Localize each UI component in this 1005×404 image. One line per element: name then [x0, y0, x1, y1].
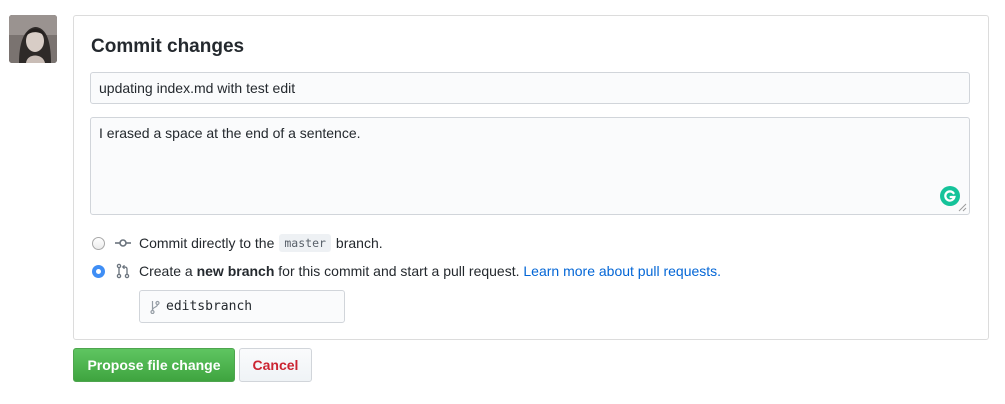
cancel-button[interactable]: Cancel [239, 348, 312, 382]
new-branch-label-prefix: Create a [139, 263, 193, 279]
pull-requests-help-link[interactable]: Learn more about pull requests. [523, 263, 721, 279]
commit-direct-label: Commit directly to the [139, 235, 275, 251]
avatar-image [9, 15, 57, 63]
commit-direct-option[interactable]: Commit directly to the master branch. [92, 234, 383, 252]
new-branch-name-field[interactable] [139, 290, 345, 323]
commit-summary-input[interactable] [90, 72, 970, 104]
commit-direct-radio[interactable] [92, 236, 105, 250]
grammarly-icon[interactable] [940, 186, 960, 206]
new-branch-label-bold: new branch [196, 263, 275, 279]
commit-description-input[interactable]: I erased a space at the end of a sentenc… [90, 117, 970, 215]
new-branch-label-suffix: for this commit and start a pull request… [278, 263, 520, 279]
git-commit-icon [115, 239, 131, 247]
branch-name-tag: master [279, 234, 331, 252]
user-avatar[interactable] [9, 15, 57, 63]
new-branch-option[interactable]: Create a new branch for this commit and … [92, 263, 721, 279]
commit-form-title: Commit changes [91, 36, 245, 57]
textarea-resize-handle[interactable] [958, 203, 967, 212]
commit-direct-suffix: branch. [335, 235, 383, 251]
new-branch-radio[interactable] [92, 264, 105, 278]
new-branch-name-input[interactable] [166, 299, 336, 314]
git-pull-request-icon [116, 263, 130, 279]
commit-form-panel: Commit changes I erased a space at the e… [73, 15, 989, 340]
propose-file-change-button[interactable]: Propose file change [73, 348, 235, 382]
git-branch-icon [150, 300, 160, 314]
